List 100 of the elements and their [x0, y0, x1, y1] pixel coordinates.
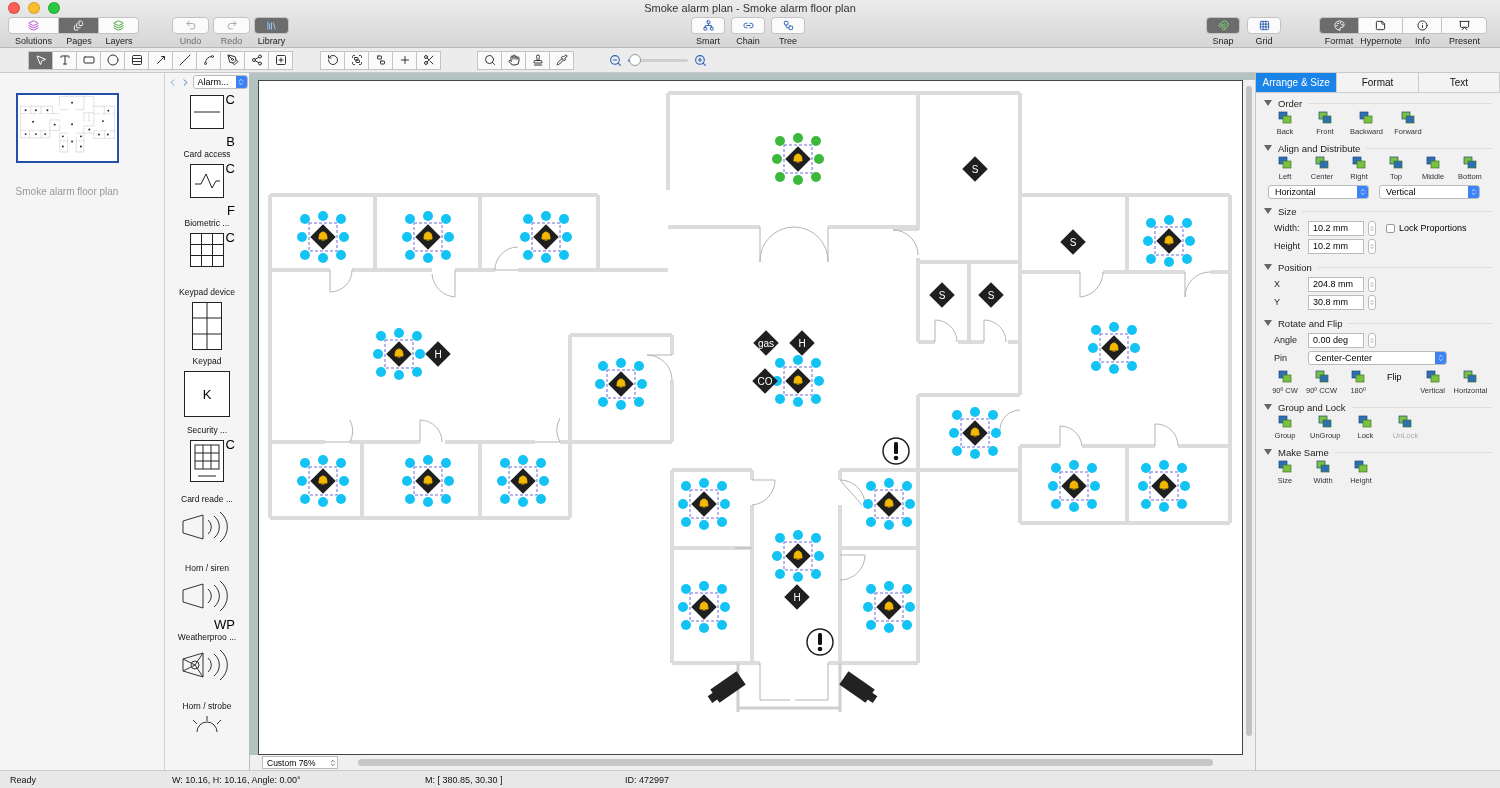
tool-button[interactable] — [124, 50, 149, 70]
overlapping-squares-icon — [1278, 370, 1292, 383]
overlapping-squares-icon — [1426, 156, 1440, 169]
camera-icon — [707, 671, 746, 703]
collapse-triangle-icon[interactable] — [1264, 100, 1272, 106]
toolbar-label: Present — [1449, 35, 1480, 46]
library-dropdown[interactable]: Alarm... — [192, 75, 248, 90]
redo-icon — [225, 19, 238, 32]
tool-button[interactable] — [100, 50, 125, 70]
overlapping-squares-icon — [1278, 415, 1292, 428]
curve-icon — [202, 54, 215, 66]
square-icon — [184, 370, 230, 417]
toolbar-label: Grid — [1255, 35, 1273, 46]
collapse-triangle-icon[interactable] — [1264, 449, 1272, 455]
toolbar-toggle[interactable] — [8, 16, 59, 34]
grid-icon — [1258, 19, 1270, 31]
x-field[interactable]: 204.8 mm — [1308, 276, 1364, 292]
collapse-triangle-icon[interactable] — [1264, 320, 1272, 326]
close-button[interactable] — [8, 2, 20, 15]
overlapping-squares-icon — [1352, 156, 1366, 169]
collapse-triangle-icon[interactable] — [1264, 208, 1272, 214]
overlapping-squares-icon — [1425, 370, 1440, 383]
page-thumbnail[interactable] — [15, 93, 119, 163]
toolbar-label: Format — [1324, 35, 1354, 46]
overlapping-squares-icon — [1398, 415, 1413, 428]
pin-dropdown[interactable]: Center-Center — [1308, 351, 1447, 365]
toolbar-button[interactable] — [691, 16, 725, 34]
scrollbar-thumb[interactable] — [1246, 86, 1252, 736]
zoom-out-button[interactable] — [609, 53, 622, 67]
toolbar-toggle[interactable] — [1358, 16, 1403, 34]
zoom-in-button[interactable] — [694, 53, 707, 67]
width-field[interactable]: 10.2 mm — [1308, 220, 1364, 236]
field-label: X — [1274, 279, 1281, 289]
overlapping-squares-icon — [1351, 370, 1366, 383]
toolbar-toggle[interactable] — [1402, 16, 1442, 34]
section-title: Rotate and Flip — [1278, 317, 1343, 329]
scrollbar-thumb[interactable] — [358, 759, 1213, 766]
field-label: Y — [1274, 297, 1281, 307]
checkbox[interactable] — [1386, 223, 1395, 233]
tool-button[interactable] — [148, 50, 173, 70]
toolbar-toggle[interactable] — [1247, 16, 1281, 34]
updown-icon — [1436, 354, 1445, 362]
library-item-label: Horn / siren — [185, 562, 229, 573]
pipette-icon — [555, 54, 568, 66]
y-field[interactable]: 30.8 mm — [1308, 294, 1364, 310]
zoom-dropdown[interactable]: Custom 76% — [262, 756, 338, 769]
slider-thumb[interactable] — [629, 53, 642, 66]
toolbar-toggle[interactable] — [1441, 16, 1487, 34]
overlapping-squares-icon — [1318, 111, 1332, 124]
toolbar-button[interactable] — [731, 16, 765, 34]
library-item-label: Keypad device — [179, 286, 235, 297]
tool-button[interactable] — [268, 50, 293, 70]
toolbar-toggle[interactable] — [98, 16, 139, 34]
rectangle-icon — [82, 54, 95, 66]
section-title: Position — [1278, 261, 1312, 273]
section-title: Make Same — [1278, 446, 1329, 458]
library-item[interactable]: K — [175, 370, 239, 421]
pointer-icon — [34, 54, 47, 66]
tool-button[interactable] — [416, 50, 441, 70]
height-field[interactable]: 10.2 mm — [1308, 238, 1364, 254]
tool-button[interactable] — [320, 50, 345, 70]
library-button[interactable] — [254, 16, 289, 34]
distribute-dropdown[interactable]: Horizontal — [1268, 185, 1369, 199]
angle-field[interactable]: 0.00 deg — [1308, 332, 1364, 348]
list-icon — [130, 54, 143, 66]
toolbar-toggle[interactable] — [1206, 16, 1240, 34]
tool-button[interactable] — [244, 50, 269, 70]
distribute-dropdown[interactable]: Vertical — [1379, 185, 1480, 199]
toolbar-toggle[interactable] — [1319, 16, 1359, 34]
tool-button[interactable] — [344, 50, 369, 70]
overlapping-squares-icon — [1359, 111, 1374, 124]
library-item-label: Security ... — [186, 424, 228, 435]
field-label: Width: — [1274, 223, 1301, 233]
library-item[interactable]: C — [175, 439, 239, 490]
toolbar-label: Layers — [105, 35, 133, 46]
tool-button[interactable] — [477, 50, 502, 70]
zoom-button[interactable] — [48, 2, 60, 15]
collapse-triangle-icon[interactable] — [1264, 404, 1272, 410]
overlapping-squares-icon — [1358, 415, 1373, 428]
toolbar-toggle[interactable] — [58, 16, 99, 34]
tool-button[interactable] — [525, 50, 550, 70]
toolbar-label: Solutions — [15, 35, 52, 46]
line-icon — [178, 54, 191, 66]
tool-button[interactable] — [220, 50, 245, 70]
toolbar-button[interactable] — [771, 16, 805, 34]
tool-button[interactable] — [368, 50, 393, 70]
magnet-icon — [1217, 19, 1229, 31]
tool-button[interactable] — [501, 50, 526, 70]
updown-icon — [1369, 280, 1375, 288]
library-item[interactable]: C — [175, 232, 239, 283]
overlapping-squares-icon — [1463, 370, 1478, 383]
ungroup-icon — [374, 54, 387, 66]
inspector-tab[interactable]: Arrange & Size — [1256, 73, 1338, 92]
overlapping-squares-icon — [1389, 156, 1403, 169]
collapse-triangle-icon[interactable] — [1264, 145, 1272, 151]
updown-icon — [237, 78, 245, 87]
overlapping-squares-icon — [1314, 370, 1329, 383]
collapse-triangle-icon[interactable] — [1264, 264, 1272, 270]
tool-button[interactable] — [196, 50, 221, 70]
status-text: M: [ 380.85, 30.30 ] — [425, 774, 504, 785]
